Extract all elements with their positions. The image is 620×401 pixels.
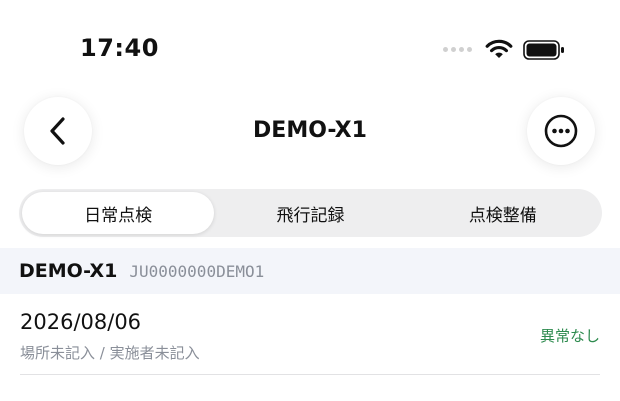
tab-daily-inspection[interactable]: 日常点検 bbox=[22, 192, 215, 234]
divider bbox=[20, 374, 600, 375]
registration-id: JU0000000DEMO1 bbox=[129, 261, 265, 281]
navigation-bar: DEMO-X1 bbox=[0, 92, 620, 170]
wifi-icon bbox=[485, 39, 513, 58]
status-badge: 異常なし bbox=[539, 327, 600, 345]
tab-maintenance[interactable]: 点検整備 bbox=[407, 192, 599, 234]
status-time: 17:40 bbox=[80, 34, 159, 62]
battery-icon bbox=[523, 40, 564, 60]
record-date: 2026/08/06 bbox=[20, 310, 142, 334]
tab-flight-log[interactable]: 飛行記録 bbox=[214, 192, 406, 234]
segmented-control: 日常点検 飛行記録 点検整備 bbox=[19, 189, 602, 237]
record-details: 場所未記入 / 実施者未記入 bbox=[20, 344, 200, 362]
list-item[interactable]: 2026/08/06 場所未記入 / 実施者未記入 異常なし bbox=[0, 298, 620, 375]
aircraft-section-header: DEMO-X1 JU0000000DEMO1 bbox=[0, 248, 620, 294]
ellipsis-circle-icon bbox=[544, 114, 578, 148]
status-bar: 17:40 bbox=[0, 0, 620, 100]
more-options-button[interactable] bbox=[527, 97, 595, 165]
aircraft-name: DEMO-X1 bbox=[19, 260, 118, 282]
cellular-signal-icon bbox=[443, 47, 472, 52]
